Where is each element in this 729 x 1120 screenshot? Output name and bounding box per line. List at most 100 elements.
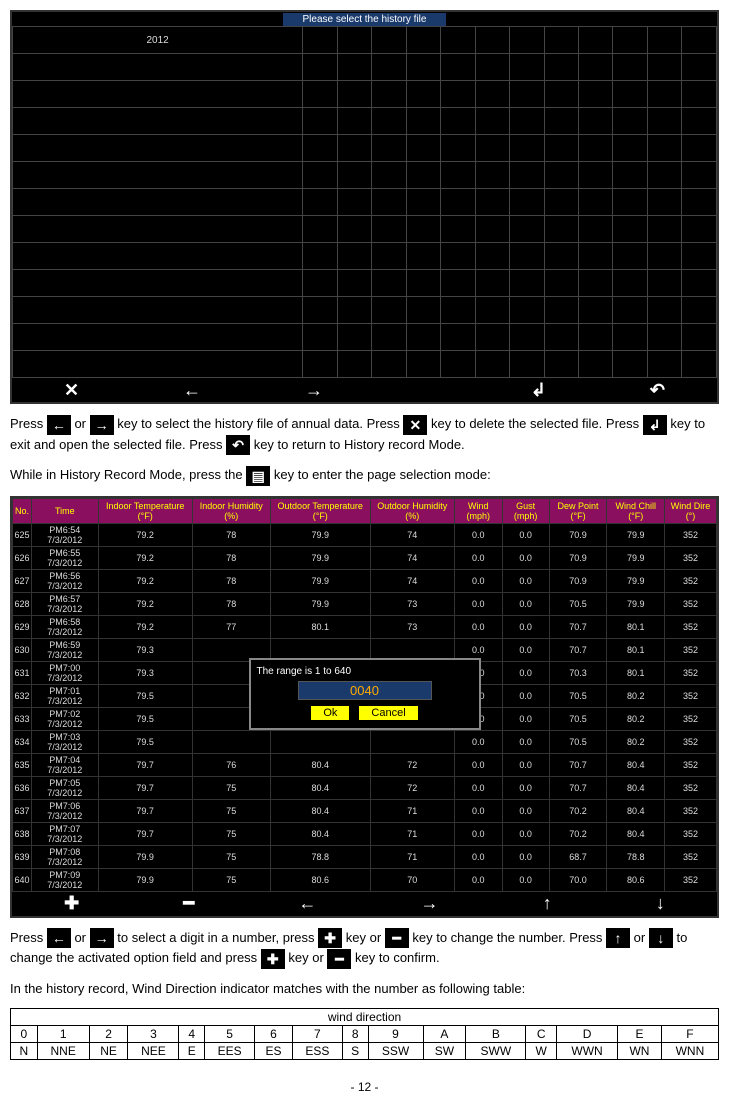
arrow-right-icon[interactable]: → bbox=[421, 893, 439, 914]
grid-cell bbox=[337, 162, 371, 189]
table-cell: 352 bbox=[664, 592, 716, 615]
table-cell: 0.0 bbox=[454, 845, 502, 868]
grid-cell bbox=[406, 162, 440, 189]
table-cell: 0.0 bbox=[454, 868, 502, 891]
table-cell: 352 bbox=[664, 523, 716, 546]
wind-dir-cell: WWN bbox=[557, 1043, 618, 1060]
wind-code-cell: A bbox=[423, 1026, 466, 1043]
table-cell: 80.4 bbox=[270, 753, 370, 776]
arrow-down-icon[interactable]: ↓ bbox=[656, 893, 665, 914]
grid-cell bbox=[510, 135, 544, 162]
close-icon[interactable]: ✕ bbox=[54, 380, 89, 401]
grid-cell bbox=[337, 270, 371, 297]
table-cell: 77 bbox=[192, 615, 270, 638]
back-icon[interactable]: ↶ bbox=[640, 380, 675, 401]
wind-dir-cell: ES bbox=[255, 1043, 293, 1060]
table-cell: 79.9 bbox=[270, 546, 370, 569]
minus-icon: ━ bbox=[385, 928, 409, 948]
table-cell: 352 bbox=[664, 822, 716, 845]
cancel-button[interactable]: Cancel bbox=[358, 705, 418, 721]
grid-cell bbox=[406, 270, 440, 297]
table-cell: 352 bbox=[664, 707, 716, 730]
grid-cell bbox=[510, 297, 544, 324]
history-file-screenshot: Please select the history file 2012 ✕ ← … bbox=[10, 10, 719, 404]
grid-cell bbox=[647, 135, 681, 162]
grid-cell bbox=[372, 324, 406, 351]
arrow-right-icon[interactable]: → bbox=[295, 380, 333, 401]
minus-icon[interactable]: ━ bbox=[183, 893, 194, 914]
grid-cell bbox=[441, 189, 475, 216]
table-cell: PM6:59 7/3/2012 bbox=[32, 638, 99, 661]
grid-cell bbox=[578, 324, 612, 351]
grid-cell bbox=[303, 351, 337, 378]
wind-code-cell: 5 bbox=[205, 1026, 255, 1043]
table-cell: 352 bbox=[664, 684, 716, 707]
arrow-right-icon: → bbox=[90, 415, 114, 435]
grid-cell bbox=[337, 108, 371, 135]
table-cell: 78 bbox=[192, 592, 270, 615]
arrow-up-icon[interactable]: ↑ bbox=[543, 893, 552, 914]
grid-cell bbox=[303, 216, 337, 243]
arrow-left-icon[interactable]: ← bbox=[173, 380, 211, 401]
grid-cell bbox=[475, 81, 509, 108]
table-cell: 0.0 bbox=[454, 523, 502, 546]
grid-cell bbox=[337, 351, 371, 378]
grid-cell bbox=[372, 351, 406, 378]
table-row: 626PM6:55 7/3/201279.27879.9740.00.070.9… bbox=[13, 546, 717, 569]
table-cell: 75 bbox=[192, 776, 270, 799]
grid-cell bbox=[441, 243, 475, 270]
table-cell: 70.7 bbox=[549, 753, 607, 776]
wind-code-cell: 3 bbox=[128, 1026, 179, 1043]
table-cell: 70.7 bbox=[549, 776, 607, 799]
grid-cell bbox=[372, 81, 406, 108]
table-cell: 629 bbox=[13, 615, 32, 638]
table-cell: 0.0 bbox=[454, 776, 502, 799]
table-cell: 0.0 bbox=[502, 776, 549, 799]
table-cell: 352 bbox=[664, 615, 716, 638]
arrow-left-icon: ← bbox=[47, 928, 71, 948]
plus-icon[interactable]: ✚ bbox=[64, 893, 79, 914]
ok-button[interactable]: Ok bbox=[310, 705, 350, 721]
grid-cell bbox=[406, 297, 440, 324]
table-cell: 0.0 bbox=[502, 615, 549, 638]
table-cell: 0.0 bbox=[502, 730, 549, 753]
grid-cell bbox=[682, 54, 717, 81]
grid-cell bbox=[13, 324, 303, 351]
grid-cell bbox=[510, 108, 544, 135]
wind-code-cell: 7 bbox=[292, 1026, 342, 1043]
wind-dir-cell: WNN bbox=[661, 1043, 718, 1060]
grid-cell bbox=[544, 324, 578, 351]
table-cell: 0.0 bbox=[454, 592, 502, 615]
grid-cell bbox=[647, 297, 681, 324]
dialog-value-input[interactable]: 0040 bbox=[298, 681, 432, 700]
grid-cell bbox=[406, 324, 440, 351]
enter-icon[interactable]: ↲ bbox=[521, 380, 556, 401]
grid-cell bbox=[544, 351, 578, 378]
grid-cell bbox=[510, 351, 544, 378]
arrow-left-icon[interactable]: ← bbox=[298, 893, 316, 914]
grid-cell bbox=[13, 108, 303, 135]
grid-cell bbox=[441, 135, 475, 162]
grid-cell bbox=[303, 108, 337, 135]
table-row: 639PM7:08 7/3/201279.97578.8710.00.068.7… bbox=[13, 845, 717, 868]
grid-cell bbox=[303, 81, 337, 108]
grid-cell bbox=[613, 27, 647, 54]
grid-cell bbox=[682, 189, 717, 216]
grid-cell bbox=[13, 189, 303, 216]
table-cell: 0.0 bbox=[502, 822, 549, 845]
grid-cell bbox=[510, 324, 544, 351]
table-cell: 626 bbox=[13, 546, 32, 569]
grid-cell bbox=[544, 54, 578, 81]
table-cell: 0.0 bbox=[502, 707, 549, 730]
table-cell: 76 bbox=[192, 753, 270, 776]
grid-cell bbox=[613, 81, 647, 108]
grid-cell bbox=[303, 135, 337, 162]
table-cell: 78.8 bbox=[270, 845, 370, 868]
history-record-screenshot: No.TimeIndoor Temperature (°F)Indoor Hum… bbox=[10, 496, 719, 918]
table-cell: 0.0 bbox=[454, 753, 502, 776]
wind-dir-cell: SSW bbox=[368, 1043, 423, 1060]
table-cell: 80.2 bbox=[607, 707, 665, 730]
table-cell: 70.3 bbox=[549, 661, 607, 684]
wind-code-cell: 9 bbox=[368, 1026, 423, 1043]
table-cell: 0.0 bbox=[502, 868, 549, 891]
